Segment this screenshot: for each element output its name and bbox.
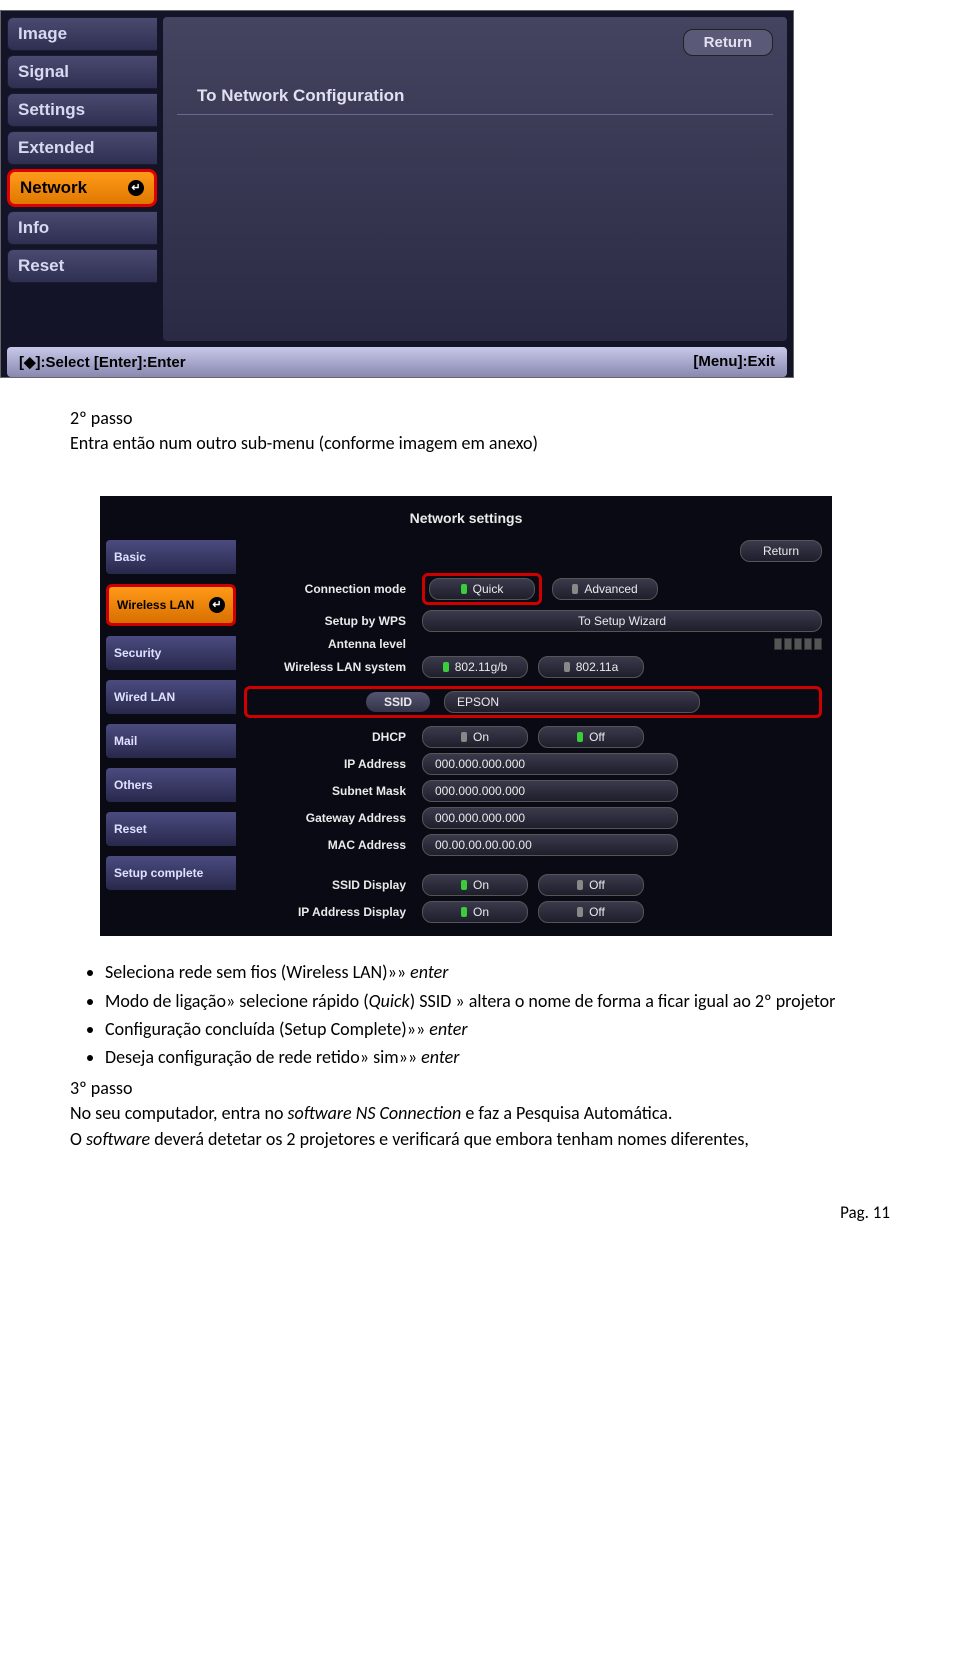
page-number: Pag. 11 [0, 1182, 960, 1233]
subnet-mask-field[interactable]: 000.000.000.000 [422, 780, 678, 802]
radio-dot-icon [443, 662, 449, 672]
radio-dot-icon [577, 732, 583, 742]
step3-line1: No seu computador, entra no software NS … [70, 1101, 890, 1126]
highlight-ssid: SSID EPSON [244, 686, 822, 718]
label-ip-display: IP Address Display [244, 905, 414, 919]
label-dhcp: DHCP [244, 730, 414, 744]
side-security[interactable]: Security [106, 636, 236, 670]
step3-title: 3º passo [70, 1076, 890, 1101]
side-wireless-lan[interactable]: Wireless LAN ↵ [106, 584, 236, 626]
radio-dot-icon [572, 584, 578, 594]
ip-display-off[interactable]: Off [538, 901, 644, 923]
option-80211gb[interactable]: 802.11g/b [422, 656, 528, 678]
osd2-main: Return Connection mode Quick Advanced Se… [244, 540, 826, 928]
side-wired-lan[interactable]: Wired LAN [106, 680, 236, 714]
label-ip-address: IP Address [244, 757, 414, 771]
bullet-1: Seleciona rede sem fios (Wireless LAN)»»… [105, 960, 890, 985]
side-setup-complete[interactable]: Setup complete [106, 856, 236, 890]
radio-dot-icon [577, 880, 583, 890]
bullet-2: Modo de ligação» selecione rápido (Quick… [105, 989, 890, 1014]
side-basic[interactable]: Basic [106, 540, 236, 574]
tab-signal[interactable]: Signal [7, 55, 157, 89]
enter-icon: ↵ [128, 180, 144, 196]
option-80211a[interactable]: 802.11a [538, 656, 644, 678]
side-mail[interactable]: Mail [106, 724, 236, 758]
side-reset[interactable]: Reset [106, 812, 236, 846]
tab-reset[interactable]: Reset [7, 249, 157, 283]
document-text-2: Seleciona rede sem fios (Wireless LAN)»»… [0, 946, 960, 1181]
bullet-3: Configuração concluída (Setup Complete)»… [105, 1017, 890, 1042]
label-setup-wps: Setup by WPS [244, 614, 414, 628]
footer-menu-exit: [Menu]:Exit [693, 353, 775, 371]
osd2-title: Network settings [106, 502, 826, 540]
side-wireless-lan-label: Wireless LAN [117, 598, 194, 612]
ssid-value-field[interactable]: EPSON [444, 691, 700, 713]
option-quick[interactable]: Quick [429, 578, 535, 600]
dhcp-on[interactable]: On [422, 726, 528, 748]
to-network-configuration[interactable]: To Network Configuration [177, 56, 773, 106]
projector-menu-2: Network settings Basic Wireless LAN ↵ Se… [100, 496, 832, 936]
step3-line2: O software deverá detetar os 2 projetore… [70, 1127, 890, 1152]
osd1-main: Return To Network Configuration [163, 17, 787, 341]
projector-menu-1: Image Signal Settings Extended Network ↵… [0, 10, 794, 378]
label-gateway: Gateway Address [244, 811, 414, 825]
osd2-return-button[interactable]: Return [740, 540, 822, 562]
osd1-sidebar: Image Signal Settings Extended Network ↵… [7, 17, 157, 341]
ip-display-on[interactable]: On [422, 901, 528, 923]
tab-settings[interactable]: Settings [7, 93, 157, 127]
label-antenna-level: Antenna level [244, 637, 414, 651]
bullet-4: Deseja configuração de rede retido» sim»… [105, 1045, 890, 1070]
radio-dot-icon [564, 662, 570, 672]
dhcp-off[interactable]: Off [538, 726, 644, 748]
tab-network-label: Network [20, 178, 87, 197]
label-ssid-display: SSID Display [244, 878, 414, 892]
osd2-sidebar: Basic Wireless LAN ↵ Security Wired LAN … [106, 540, 236, 928]
ssid-display-on[interactable]: On [422, 874, 528, 896]
highlight-quick: Quick [422, 573, 542, 605]
label-subnet-mask: Subnet Mask [244, 784, 414, 798]
side-others[interactable]: Others [106, 768, 236, 802]
gateway-field[interactable]: 000.000.000.000 [422, 807, 678, 829]
radio-dot-icon [461, 732, 467, 742]
option-advanced[interactable]: Advanced [552, 578, 658, 600]
tab-image[interactable]: Image [7, 17, 157, 51]
footer-select-enter: [◆]:Select [Enter]:Enter [19, 353, 186, 371]
return-button[interactable]: Return [683, 29, 773, 56]
radio-dot-icon [461, 584, 467, 594]
osd1-footer: [◆]:Select [Enter]:Enter [Menu]:Exit [7, 347, 787, 377]
step2-title: 2º passo [70, 406, 890, 431]
document-text: 2º passo Entra então num outro sub-menu … [0, 398, 960, 486]
label-wlan-system: Wireless LAN system [244, 660, 414, 674]
ip-address-field[interactable]: 000.000.000.000 [422, 753, 678, 775]
tab-extended[interactable]: Extended [7, 131, 157, 165]
antenna-bars-icon [774, 638, 822, 650]
enter-icon: ↵ [209, 597, 225, 613]
step2-line: Entra então num outro sub-menu (conforme… [70, 431, 890, 456]
tab-network[interactable]: Network ↵ [7, 169, 157, 207]
radio-dot-icon [461, 880, 467, 890]
radio-dot-icon [577, 907, 583, 917]
label-mac-address: MAC Address [244, 838, 414, 852]
radio-dot-icon [461, 907, 467, 917]
tab-info[interactable]: Info [7, 211, 157, 245]
label-connection-mode: Connection mode [244, 582, 414, 596]
ssid-display-off[interactable]: Off [538, 874, 644, 896]
to-setup-wizard-button[interactable]: To Setup Wizard [422, 610, 822, 632]
ssid-button[interactable]: SSID [366, 692, 430, 712]
mac-address-field: 00.00.00.00.00.00 [422, 834, 678, 856]
